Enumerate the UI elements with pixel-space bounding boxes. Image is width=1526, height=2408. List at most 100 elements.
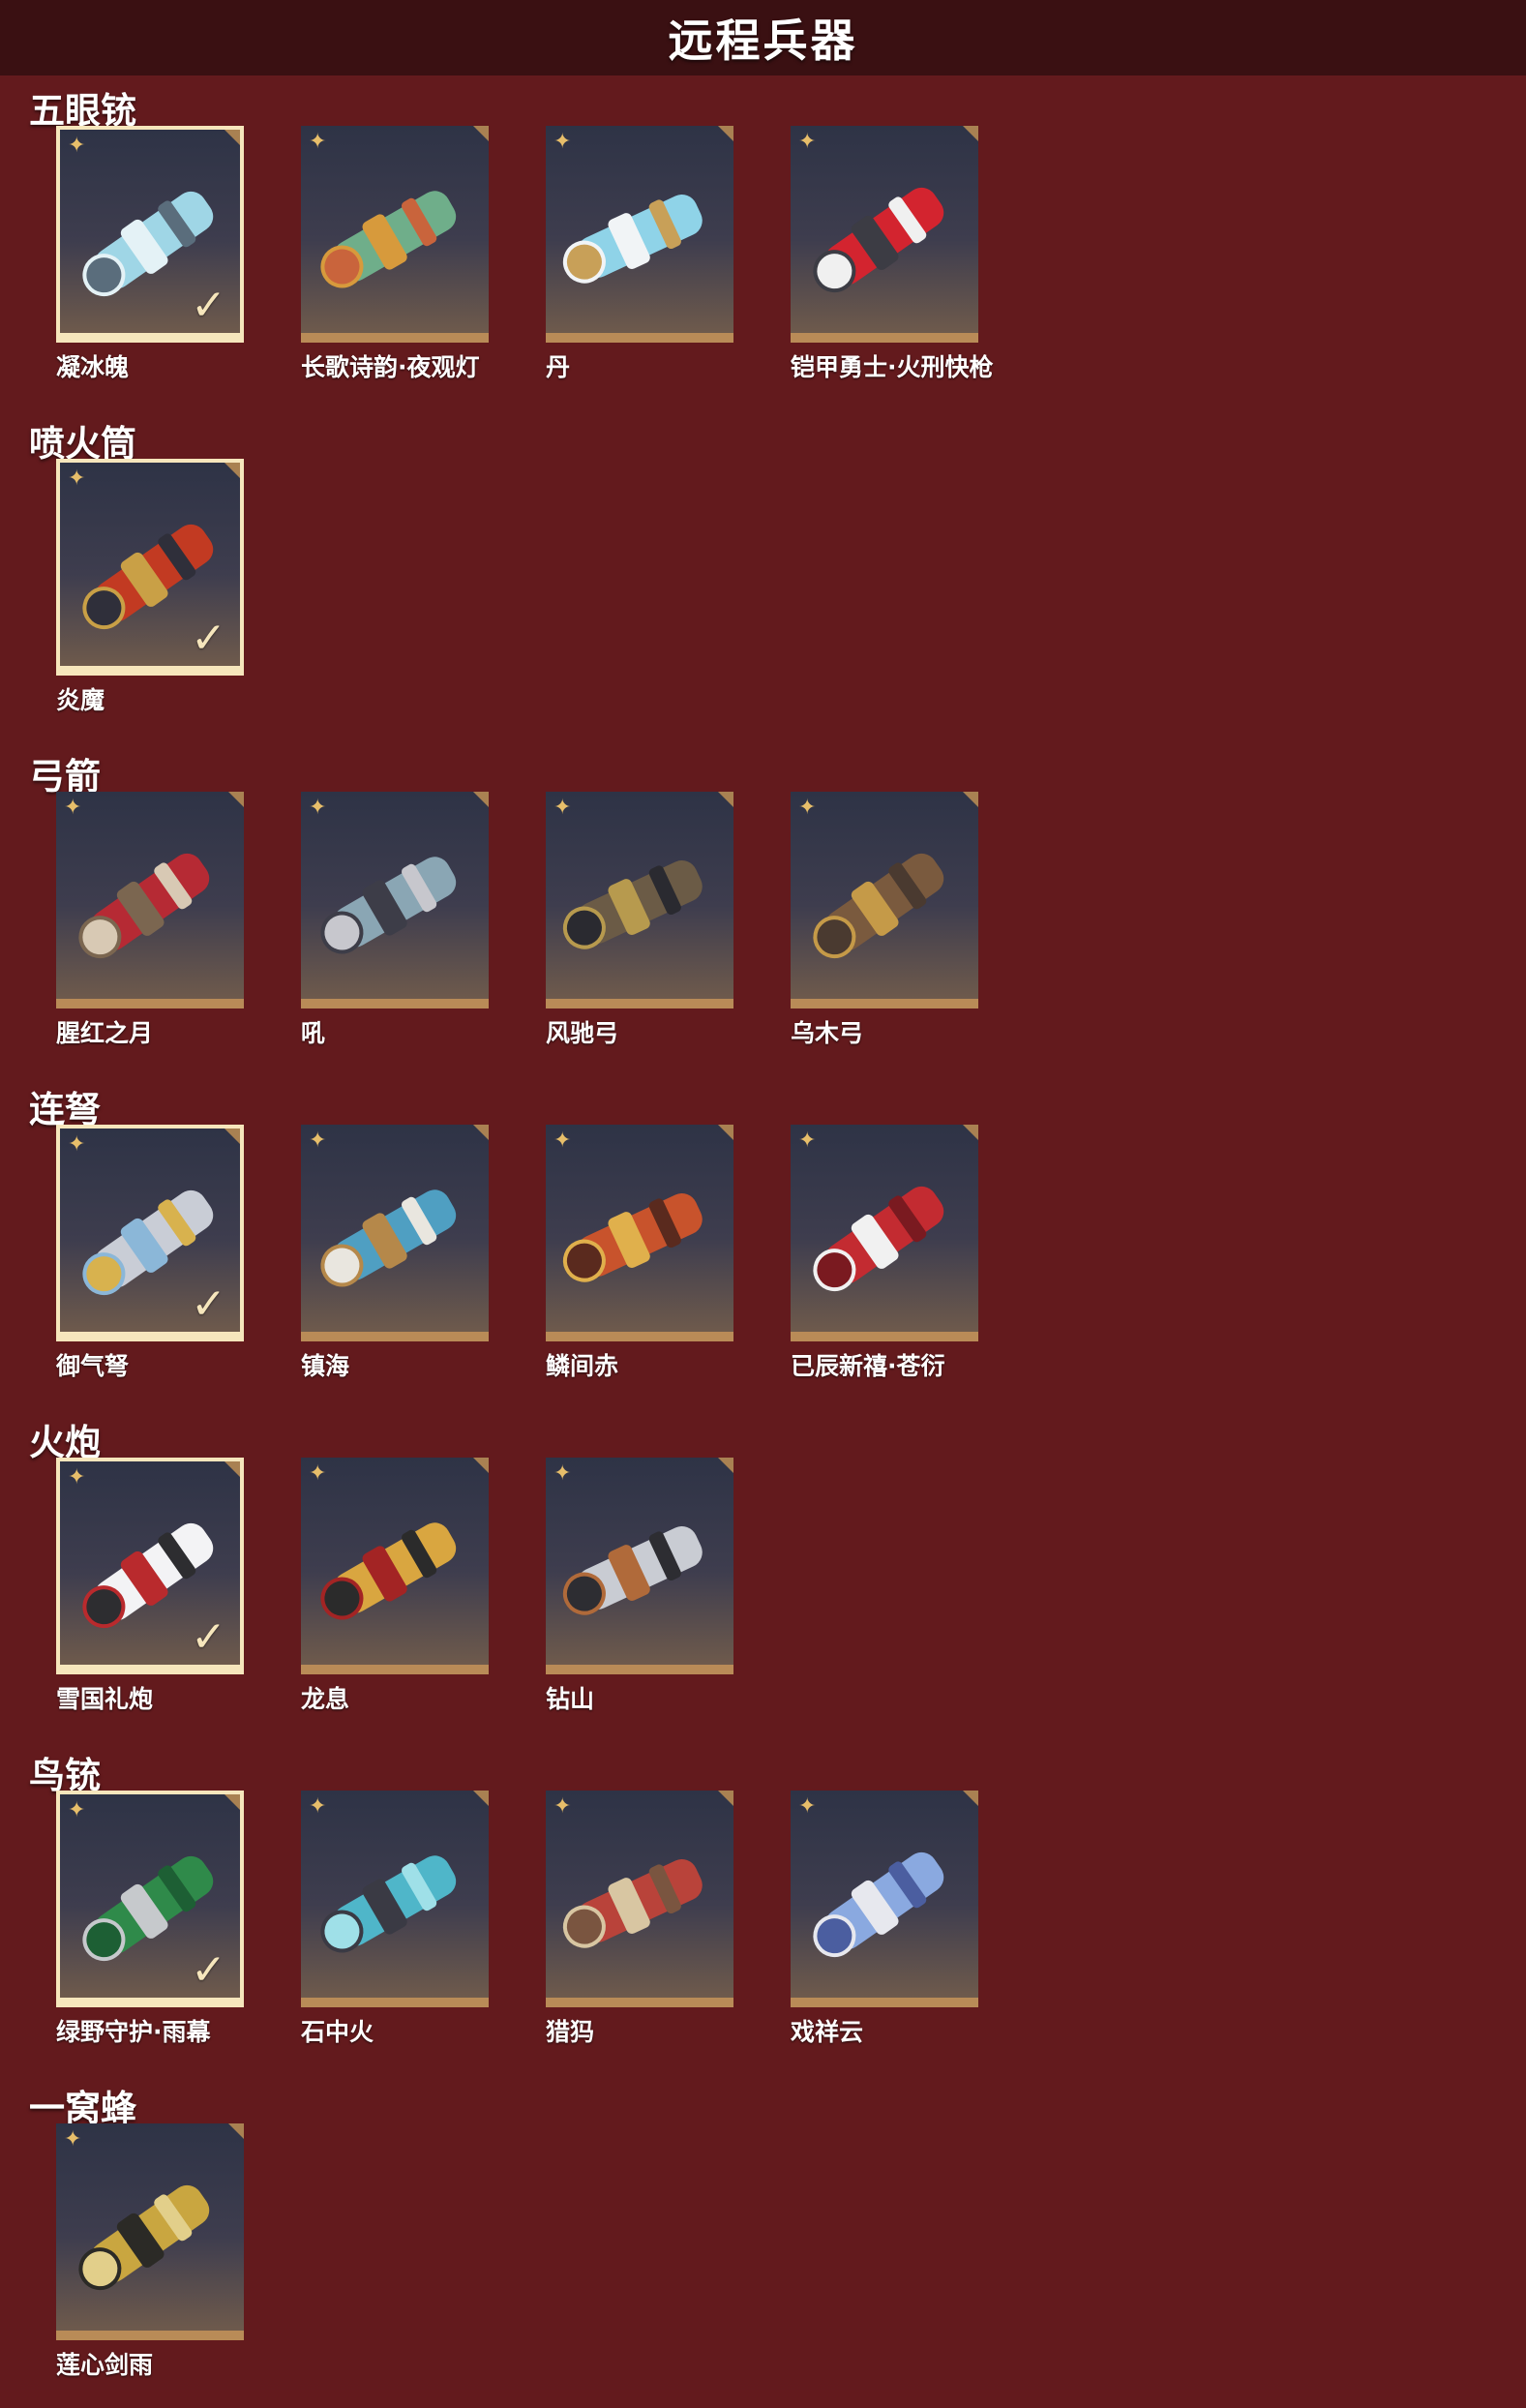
weapon-item[interactable]: ✦ 长歌诗韵·夜观灯 xyxy=(301,126,494,397)
checkmark-icon: ✓ xyxy=(191,1612,226,1662)
weapon-image xyxy=(813,187,944,293)
weapon-item[interactable]: ✦ 已辰新禧·苍衍 xyxy=(791,1125,984,1396)
corner-tab-icon xyxy=(718,126,733,141)
weapon-card[interactable]: ✦ xyxy=(546,792,733,1008)
weapon-card[interactable]: ✦ xyxy=(791,1125,978,1341)
weapon-image xyxy=(320,1522,457,1620)
corner-tab-icon xyxy=(473,1791,489,1806)
weapon-item[interactable]: ✦ ✓ 御气弩 xyxy=(56,1125,250,1396)
weapon-category: 五眼铳 ✦ ✓ 凝冰魄 ✦ 长歌诗韵·夜观灯 ✦ 丹 ✦ 铠甲勇士·火刑快枪 xyxy=(0,75,1526,408)
corner-tab-icon xyxy=(473,792,489,807)
corner-tab-icon xyxy=(473,1125,489,1140)
weapon-item[interactable]: ✦ 铠甲勇士·火刑快枪 xyxy=(791,126,994,397)
corner-tab-icon xyxy=(228,792,244,807)
weapon-item[interactable]: ✦ ✓ 凝冰魄 xyxy=(56,126,250,397)
weapon-item[interactable]: ✦ 腥红之月 xyxy=(56,792,250,1063)
weapon-image xyxy=(813,1851,944,1958)
corner-tab-icon xyxy=(224,463,240,478)
weapon-card[interactable]: ✦ xyxy=(546,126,733,343)
weapon-card[interactable]: ✦ xyxy=(546,1125,733,1341)
corner-tab-icon xyxy=(228,2123,244,2139)
page-title: 远程兵器 xyxy=(668,15,858,67)
corner-tab-icon xyxy=(718,1125,733,1140)
checkmark-icon: ✓ xyxy=(191,614,226,663)
corner-tab-icon xyxy=(224,130,240,145)
weapon-card[interactable]: ✦ xyxy=(301,1458,489,1674)
weapon-name: 已辰新禧·苍衍 xyxy=(791,1352,945,1380)
weapon-image xyxy=(78,853,210,959)
weapon-image xyxy=(78,2184,210,2291)
weapon-item[interactable]: ✦ ✓ 雪国礼炮 xyxy=(56,1458,250,1729)
weapon-item[interactable]: ✦ ✓ 绿野守护·雨幕 xyxy=(56,1791,250,2062)
corner-tab-icon xyxy=(718,1791,733,1806)
corner-tab-icon xyxy=(224,1794,240,1810)
weapon-card[interactable]: ✦ xyxy=(56,792,244,1008)
weapon-card[interactable]: ✦ xyxy=(791,126,978,343)
weapon-image xyxy=(320,1855,457,1953)
weapon-card[interactable]: ✦ xyxy=(791,792,978,1008)
weapon-image xyxy=(320,191,457,288)
weapon-card[interactable]: ✦ ✓ xyxy=(56,126,244,343)
corner-tab-icon xyxy=(224,1461,240,1477)
weapon-name: 戏祥云 xyxy=(791,2018,864,2046)
corner-tab-icon xyxy=(963,126,978,141)
corner-tab-icon xyxy=(963,1125,978,1140)
weapon-item[interactable]: ✦ 莲心剑雨 xyxy=(56,2123,250,2394)
weapon-card[interactable]: ✦ xyxy=(301,792,489,1008)
weapon-image xyxy=(320,1189,457,1287)
weapon-name: 乌木弓 xyxy=(791,1019,864,1047)
weapon-image xyxy=(562,860,703,949)
weapon-image xyxy=(320,857,457,954)
weapon-category: 弓箭 ✦ 腥红之月 ✦ 吼 ✦ 风驰弓 ✦ 乌木弓 xyxy=(0,741,1526,1074)
weapon-card[interactable]: ✦ ✓ xyxy=(56,459,244,676)
checkmark-icon: ✓ xyxy=(191,1945,226,1995)
weapon-name: 铠甲勇士·火刑快枪 xyxy=(791,353,994,381)
weapon-image xyxy=(562,195,703,284)
checkmark-icon: ✓ xyxy=(191,1279,226,1329)
weapon-item[interactable]: ✦ 龙息 xyxy=(301,1458,494,1729)
weapon-card[interactable]: ✦ ✓ xyxy=(56,1125,244,1341)
weapon-item[interactable]: ✦ 风驰弓 xyxy=(546,792,739,1063)
corner-tab-icon xyxy=(473,1458,489,1473)
weapon-item[interactable]: ✦ 丹 xyxy=(546,126,739,397)
corner-tab-icon xyxy=(224,1129,240,1144)
weapon-name: 莲心剑雨 xyxy=(56,2351,154,2379)
weapon-card[interactable]: ✦ xyxy=(301,1791,489,2007)
weapon-category: 一窝蜂 ✦ 莲心剑雨 xyxy=(0,2073,1526,2406)
corner-tab-icon xyxy=(718,792,733,807)
weapon-image xyxy=(562,1526,703,1615)
weapon-image xyxy=(562,1193,703,1282)
weapon-item[interactable]: ✦ 吼 xyxy=(301,792,494,1063)
weapon-card[interactable]: ✦ xyxy=(301,126,489,343)
weapon-category: 连弩 ✦ ✓ 御气弩 ✦ 镇海 ✦ 鳞间赤 ✦ 已辰新禧·苍衍 xyxy=(0,1074,1526,1407)
weapon-item[interactable]: ✦ 钻山 xyxy=(546,1458,739,1729)
weapon-name: 炎魔 xyxy=(56,686,105,714)
weapon-card[interactable]: ✦ xyxy=(791,1791,978,2007)
weapon-item[interactable]: ✦ 镇海 xyxy=(301,1125,494,1396)
weapon-card[interactable]: ✦ xyxy=(56,2123,244,2340)
weapon-name: 钻山 xyxy=(546,1685,595,1713)
weapon-card[interactable]: ✦ ✓ xyxy=(56,1791,244,2007)
weapon-category: 喷火筒 ✦ ✓ 炎魔 xyxy=(0,408,1526,741)
weapon-item[interactable]: ✦ 戏祥云 xyxy=(791,1791,984,2062)
weapon-item[interactable]: ✦ 鳞间赤 xyxy=(546,1125,739,1396)
weapon-image xyxy=(813,853,944,959)
corner-tab-icon xyxy=(473,126,489,141)
weapon-image xyxy=(813,1186,944,1292)
weapon-item[interactable]: ✦ ✓ 炎魔 xyxy=(56,459,250,730)
weapon-card[interactable]: ✦ xyxy=(546,1458,733,1674)
weapon-card[interactable]: ✦ ✓ xyxy=(56,1458,244,1674)
weapon-item[interactable]: ✦ 猎犸 xyxy=(546,1791,739,2062)
page-header: 远程兵器 xyxy=(0,0,1526,75)
weapon-category: 火炮 ✦ ✓ 雪国礼炮 ✦ 龙息 ✦ 钻山 xyxy=(0,1407,1526,1740)
weapon-image xyxy=(562,1859,703,1948)
weapon-category: 鸟铳 ✦ ✓ 绿野守护·雨幕 ✦ 石中火 ✦ 猎犸 ✦ 戏祥云 xyxy=(0,1740,1526,2073)
checkmark-icon: ✓ xyxy=(191,281,226,330)
weapon-item[interactable]: ✦ 石中火 xyxy=(301,1791,494,2062)
weapon-card[interactable]: ✦ xyxy=(301,1125,489,1341)
corner-tab-icon xyxy=(718,1458,733,1473)
corner-tab-icon xyxy=(963,792,978,807)
weapon-card[interactable]: ✦ xyxy=(546,1791,733,2007)
corner-tab-icon xyxy=(963,1791,978,1806)
weapon-item[interactable]: ✦ 乌木弓 xyxy=(791,792,984,1063)
